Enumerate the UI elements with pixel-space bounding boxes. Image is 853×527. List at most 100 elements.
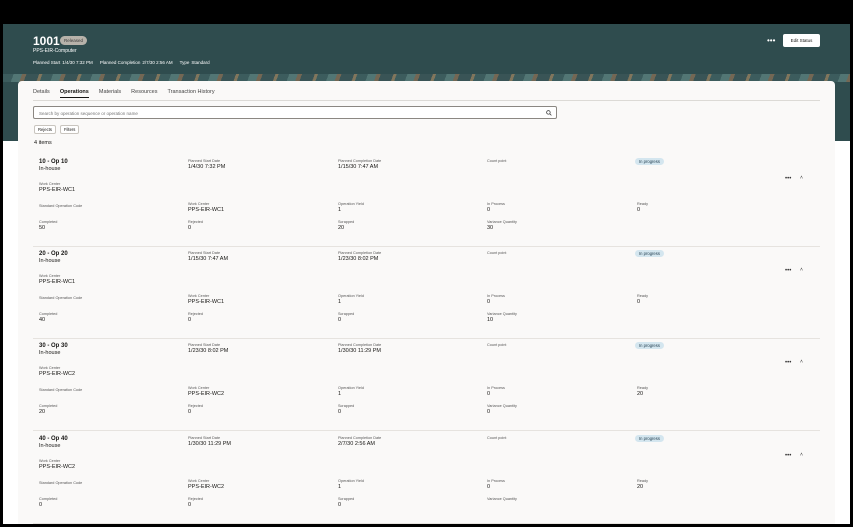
planned-start-label: Planned Start Date xyxy=(188,159,221,163)
standard-operation-code-label: Standard Operation Code xyxy=(39,481,83,485)
operation-row[interactable]: 30 - Op 30 In-house Planned Start Date 1/23… xyxy=(33,339,820,431)
in-process-value: 0 xyxy=(487,207,491,213)
type-value: Standard xyxy=(191,60,210,65)
tab-materials[interactable]: Materials xyxy=(99,89,121,95)
more-actions-icon[interactable]: ••• xyxy=(785,268,791,274)
rejects-filter-chip[interactable]: Rejects xyxy=(34,125,56,134)
tab-operations[interactable]: Operations xyxy=(59,89,89,98)
planned-start-label: Planned Start Date xyxy=(188,343,221,347)
completed-label: Completed xyxy=(39,312,58,316)
in-process-value: 0 xyxy=(487,391,491,397)
tab-divider xyxy=(33,100,820,101)
op-type: In-house xyxy=(39,443,61,449)
work-center-label: Work Center xyxy=(39,182,61,186)
operation-row[interactable]: 40 - Op 40 In-house Planned Start Date 1/30… xyxy=(33,432,820,524)
rejected-value: 0 xyxy=(188,225,192,231)
planned-start-value: 1/15/30 7:47 AM xyxy=(188,256,229,262)
op-type: In-house xyxy=(39,350,61,356)
tab-bar: Details Operations Materials Resources Trans… xyxy=(33,89,225,99)
planned-start-label: Planned Start xyxy=(33,60,61,65)
standard-operation-code-label: Standard Operation Code xyxy=(39,204,83,208)
work-center-detail-label: Work Center xyxy=(188,479,210,483)
variance-quantity-value: 30 xyxy=(487,225,494,231)
tab-resources[interactable]: Resources xyxy=(131,89,157,95)
variance-quantity-label: Variance Quantity xyxy=(487,497,517,501)
variance-quantity-value: 0 xyxy=(487,409,491,415)
rejected-value: 0 xyxy=(188,317,192,323)
ready-value: 0 xyxy=(637,207,641,213)
count-point-label: Count point xyxy=(487,251,507,255)
planned-start-label: Planned Start Date xyxy=(188,251,221,255)
completed-label: Completed xyxy=(39,404,58,408)
chevron-up-icon[interactable]: ˄ xyxy=(800,267,803,273)
in-process-label: In Process xyxy=(487,202,505,206)
in-process-label: In Process xyxy=(487,386,505,390)
op-type: In-house xyxy=(39,258,61,264)
scrapped-value: 0 xyxy=(338,317,342,323)
planned-completion-value: 2/7/30 2:56 AM xyxy=(338,441,375,447)
planned-completion-value: 1/30/30 11:29 PM xyxy=(338,348,382,354)
planned-completion-value: 1/15/30 7:47 AM xyxy=(338,164,379,170)
tab-transaction-history[interactable]: Transaction History xyxy=(167,89,214,95)
rejected-value: 0 xyxy=(188,502,192,508)
ready-label: Ready xyxy=(637,479,648,483)
tab-details[interactable]: Details xyxy=(33,89,50,95)
in-process-value: 0 xyxy=(487,484,491,490)
scrapped-label: Scrapped xyxy=(338,220,355,224)
rejected-value: 0 xyxy=(188,409,192,415)
work-center-detail-label: Work Center xyxy=(188,386,210,390)
rejected-label: Rejected xyxy=(188,497,203,501)
item-name: PPS-EIR-Computer xyxy=(33,48,77,54)
more-actions-icon[interactable]: ••• xyxy=(767,36,775,45)
count-point-label: Count point xyxy=(487,159,507,163)
in-process-label: In Process xyxy=(487,294,505,298)
in-process-value: 0 xyxy=(487,299,491,305)
operation-yield-label: Operation Yield xyxy=(338,386,364,390)
completed-value: 40 xyxy=(39,317,46,323)
type-label: Type xyxy=(179,60,190,65)
work-center-label: Work Center xyxy=(39,459,61,463)
top-bar xyxy=(3,3,850,24)
edit-status-button[interactable]: Edit Status xyxy=(783,34,820,47)
status-badge: In progress xyxy=(635,250,664,257)
filters-chip[interactable]: Filters xyxy=(60,125,80,134)
op-title: 40 - Op 40 xyxy=(39,436,68,442)
work-center-detail-label: Work Center xyxy=(188,202,210,206)
count-point-label: Count point xyxy=(487,436,507,440)
work-center-label: Work Center xyxy=(39,366,61,370)
items-count: 4 items xyxy=(34,140,52,146)
rejected-label: Rejected xyxy=(188,312,203,316)
search-box[interactable] xyxy=(33,106,557,119)
more-actions-icon[interactable]: ••• xyxy=(785,360,791,366)
completed-label: Completed xyxy=(39,497,58,501)
variance-quantity-label: Variance Quantity xyxy=(487,404,517,408)
header-meta: Planned Start 1/4/30 7:32 PM Planned Compl… xyxy=(33,60,212,65)
planned-completion-label: Planned Completion Date xyxy=(338,436,382,440)
work-center-value: PPS-EIR-WC1 xyxy=(39,187,76,193)
status-badge: In progress xyxy=(635,158,664,165)
screenshot-frame: 1001 Released PPS-EIR-Computer Planned S… xyxy=(0,0,853,527)
work-center-label: Work Center xyxy=(39,274,61,278)
scrapped-label: Scrapped xyxy=(338,404,355,408)
op-title: 30 - Op 30 xyxy=(39,343,68,349)
chevron-up-icon[interactable]: ˄ xyxy=(800,359,803,365)
rejected-label: Rejected xyxy=(188,220,203,224)
ready-label: Ready xyxy=(637,386,648,390)
operation-yield-value: 1 xyxy=(338,207,342,213)
completed-value: 20 xyxy=(39,409,46,415)
completed-label: Completed xyxy=(39,220,58,224)
search-icon[interactable] xyxy=(546,110,552,116)
operation-row[interactable]: 10 - Op 10 In-house Planned Start Date 1/4/… xyxy=(33,155,820,247)
scrapped-label: Scrapped xyxy=(338,312,355,316)
planned-start-value: 1/30/30 11:29 PM xyxy=(188,441,232,447)
more-actions-icon[interactable]: ••• xyxy=(785,453,791,459)
chevron-up-icon[interactable]: ˄ xyxy=(800,452,803,458)
ready-value: 20 xyxy=(637,484,644,490)
search-input[interactable] xyxy=(39,108,529,118)
count-point-label: Count point xyxy=(487,343,507,347)
status-badge: In progress xyxy=(635,435,664,442)
chevron-up-icon[interactable]: ˄ xyxy=(800,175,803,181)
more-actions-icon[interactable]: ••• xyxy=(785,176,791,182)
operation-row[interactable]: 20 - Op 20 In-house Planned Start Date 1/15… xyxy=(33,247,820,339)
ready-label: Ready xyxy=(637,202,648,206)
